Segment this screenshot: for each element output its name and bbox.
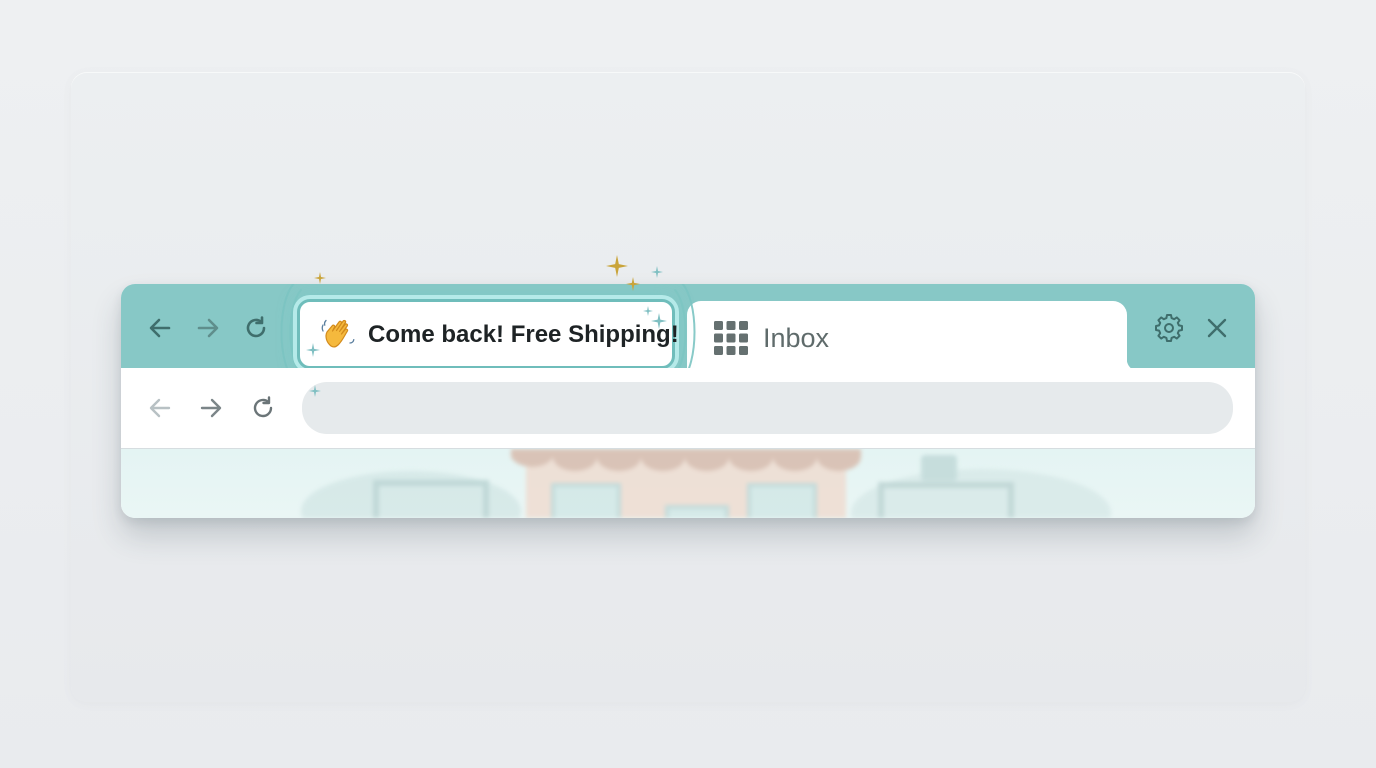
navigation-toolbar <box>121 368 1255 449</box>
close-icon <box>1207 318 1227 338</box>
waving-hand-icon <box>321 319 355 348</box>
sparkle-icon <box>309 385 321 397</box>
browser-window: Inbox Come back! Free Shipping! <box>121 284 1255 518</box>
sparkle-icon <box>306 343 320 357</box>
sparkle-icon <box>626 277 640 291</box>
tab-strip: Inbox Come back! Free Shipping! <box>121 284 1255 388</box>
tabstrip-back-button[interactable] <box>145 313 175 343</box>
back-arrow-icon <box>149 398 171 418</box>
gear-icon <box>1155 314 1183 342</box>
close-window-button[interactable] <box>1201 312 1233 344</box>
tabstrip-reload-button[interactable] <box>241 313 271 343</box>
tab-come-back-promo[interactable]: Come back! Free Shipping! <box>297 299 679 369</box>
back-button[interactable] <box>145 393 175 423</box>
sparkle-icon <box>651 313 667 329</box>
tab-inbox-label: Inbox <box>763 323 830 353</box>
reload-icon <box>253 396 273 418</box>
tab-promo-label: Come back! Free Shipping! <box>368 321 679 348</box>
reload-button[interactable] <box>248 393 278 423</box>
forward-button[interactable] <box>196 393 226 423</box>
tabstrip-forward-button[interactable] <box>193 313 223 343</box>
sparkle-icon <box>606 255 628 277</box>
reload-icon <box>246 316 266 338</box>
sparkle-icon <box>314 272 326 284</box>
page-content-preview <box>121 449 1255 518</box>
back-arrow-icon <box>149 318 171 338</box>
settings-button[interactable] <box>1153 312 1185 344</box>
forward-arrow-icon <box>197 318 219 338</box>
tab-inbox[interactable]: Inbox <box>687 301 1139 371</box>
address-bar[interactable] <box>302 382 1233 434</box>
storefront-illustration <box>301 449 1111 518</box>
grid-apps-icon <box>714 321 748 355</box>
forward-arrow-icon <box>200 398 222 418</box>
sparkle-icon <box>651 266 663 278</box>
